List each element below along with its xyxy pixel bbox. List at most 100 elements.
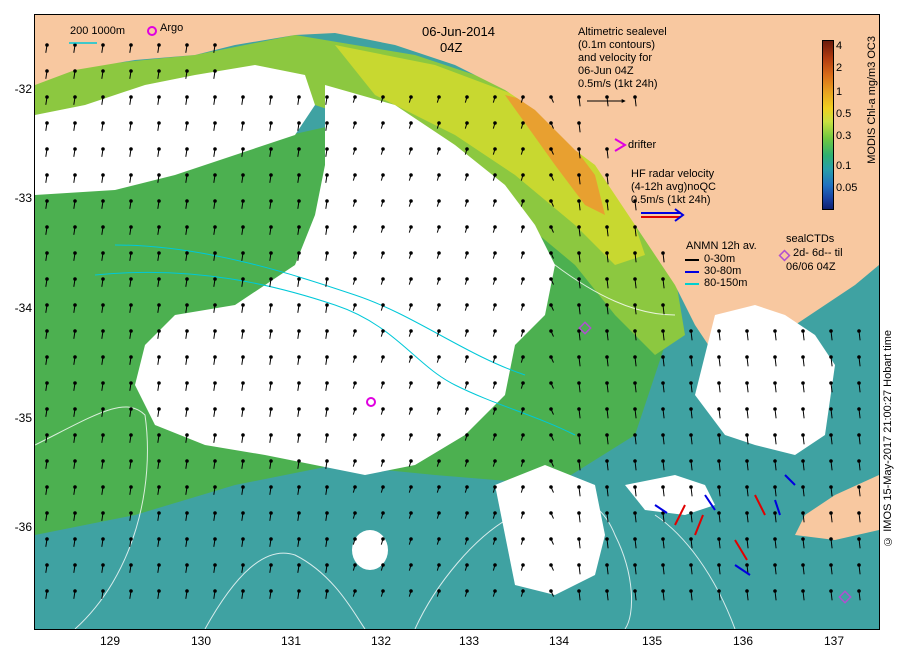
- velocity-arrow-tail: [381, 277, 385, 281]
- velocity-arrow-tail: [101, 485, 105, 489]
- velocity-arrow-tail: [577, 199, 581, 203]
- velocity-arrow-tail: [829, 355, 833, 359]
- altimetric-label-3: 06-Jun 04Z: [578, 65, 634, 77]
- velocity-arrow-tail: [241, 199, 245, 203]
- velocity-arrow-tail: [269, 199, 273, 203]
- velocity-arrow-tail: [325, 329, 329, 333]
- velocity-arrow-tail: [241, 485, 245, 489]
- velocity-arrow-tail: [353, 563, 357, 567]
- velocity-arrow-tail: [101, 563, 105, 567]
- velocity-arrow-tail: [297, 147, 301, 151]
- velocity-arrow-tail: [45, 485, 49, 489]
- velocity-arrow-tail: [101, 225, 105, 229]
- velocity-arrow-tail: [297, 173, 301, 177]
- velocity-arrow-tail: [409, 589, 413, 593]
- velocity-arrow-tail: [717, 485, 721, 489]
- velocity-arrow-tail: [73, 433, 77, 437]
- velocity-arrow-tail: [633, 407, 637, 411]
- velocity-arrow-tail: [857, 537, 861, 541]
- colorbar-tick: 1: [836, 86, 843, 98]
- velocity-arrow-tail: [801, 511, 805, 515]
- velocity-arrow-tail: [73, 121, 77, 125]
- velocity-arrow-tail: [801, 381, 805, 385]
- velocity-arrow-tail: [241, 147, 245, 151]
- velocity-arrow-tail: [381, 251, 385, 255]
- velocity-arrow-tail: [661, 381, 665, 385]
- seal-label-1: 2d- 6d-- til: [793, 247, 843, 259]
- velocity-arrow-tail: [521, 121, 525, 125]
- velocity-arrow-tail: [493, 173, 497, 177]
- velocity-arrow-tail: [717, 589, 721, 593]
- velocity-arrow-tail: [381, 121, 385, 125]
- velocity-arrow-tail: [493, 277, 497, 281]
- velocity-arrow-tail: [157, 251, 161, 255]
- velocity-arrow-tail: [73, 329, 77, 333]
- velocity-arrow-tail: [437, 147, 441, 151]
- velocity-arrow-tail: [521, 433, 525, 437]
- velocity-arrow-tail: [269, 537, 273, 541]
- velocity-arrow-tail: [521, 381, 525, 385]
- velocity-arrow-tail: [213, 511, 217, 515]
- velocity-arrow-tail: [773, 459, 777, 463]
- velocity-arrow-tail: [157, 173, 161, 177]
- velocity-arrow-tail: [73, 511, 77, 515]
- velocity-arrow-tail: [437, 537, 441, 541]
- velocity-arrow-tail: [269, 329, 273, 333]
- velocity-arrow-tail: [269, 355, 273, 359]
- velocity-arrow-tail: [73, 407, 77, 411]
- velocity-arrow-tail: [381, 95, 385, 99]
- velocity-arrow-tail: [213, 251, 217, 255]
- x-tick-label: 134: [548, 634, 570, 648]
- velocity-arrow-tail: [297, 251, 301, 255]
- hf-label-1: (4-12h avg)noQC: [631, 181, 716, 193]
- colorbar-tick: 4: [836, 40, 843, 52]
- velocity-arrow-tail: [101, 69, 105, 73]
- velocity-arrow-tail: [857, 355, 861, 359]
- velocity-arrow-tail: [661, 589, 665, 593]
- velocity-arrow-tail: [717, 329, 721, 333]
- velocity-arrow-tail: [465, 329, 469, 333]
- velocity-arrow-tail: [381, 563, 385, 567]
- colorbar: [822, 40, 834, 210]
- velocity-arrow-tail: [717, 459, 721, 463]
- velocity-arrow-tail: [381, 147, 385, 151]
- velocity-arrow-tail: [409, 303, 413, 307]
- velocity-arrow-tail: [801, 589, 805, 593]
- velocity-arrow-tail: [857, 381, 861, 385]
- velocity-arrow-tail: [381, 173, 385, 177]
- velocity-arrow-tail: [129, 511, 133, 515]
- velocity-arrow-tail: [549, 381, 553, 385]
- velocity-arrow-tail: [521, 225, 525, 229]
- velocity-arrow-tail: [661, 563, 665, 567]
- velocity-arrow-tail: [297, 355, 301, 359]
- x-tick-label: 131: [280, 634, 302, 648]
- velocity-arrow-tail: [857, 407, 861, 411]
- velocity-arrow-tail: [381, 485, 385, 489]
- velocity-arrow-tail: [549, 95, 553, 99]
- velocity-arrow-tail: [241, 589, 245, 593]
- velocity-arrow-tail: [101, 43, 105, 47]
- velocity-arrow-tail: [297, 563, 301, 567]
- velocity-arrow-tail: [549, 485, 553, 489]
- velocity-arrow-tail: [101, 589, 105, 593]
- velocity-arrow-tail: [829, 433, 833, 437]
- velocity-arrow-tail: [157, 277, 161, 281]
- velocity-arrow-tail: [129, 147, 133, 151]
- velocity-arrow-tail: [409, 355, 413, 359]
- velocity-arrow-tail: [689, 381, 693, 385]
- velocity-arrow-tail: [297, 407, 301, 411]
- velocity-arrow-tail: [521, 485, 525, 489]
- velocity-arrow-tail: [185, 537, 189, 541]
- velocity-arrow-tail: [605, 355, 609, 359]
- velocity-arrow-tail: [353, 589, 357, 593]
- velocity-arrow-tail: [157, 589, 161, 593]
- velocity-arrow-tail: [185, 355, 189, 359]
- velocity-arrow-tail: [185, 251, 189, 255]
- velocity-arrow-tail: [73, 485, 77, 489]
- velocity-arrow-tail: [381, 537, 385, 541]
- velocity-arrow-tail: [409, 381, 413, 385]
- velocity-arrow-tail: [829, 459, 833, 463]
- velocity-arrow-tail: [773, 433, 777, 437]
- velocity-arrow-tail: [325, 355, 329, 359]
- velocity-arrow-tail: [409, 225, 413, 229]
